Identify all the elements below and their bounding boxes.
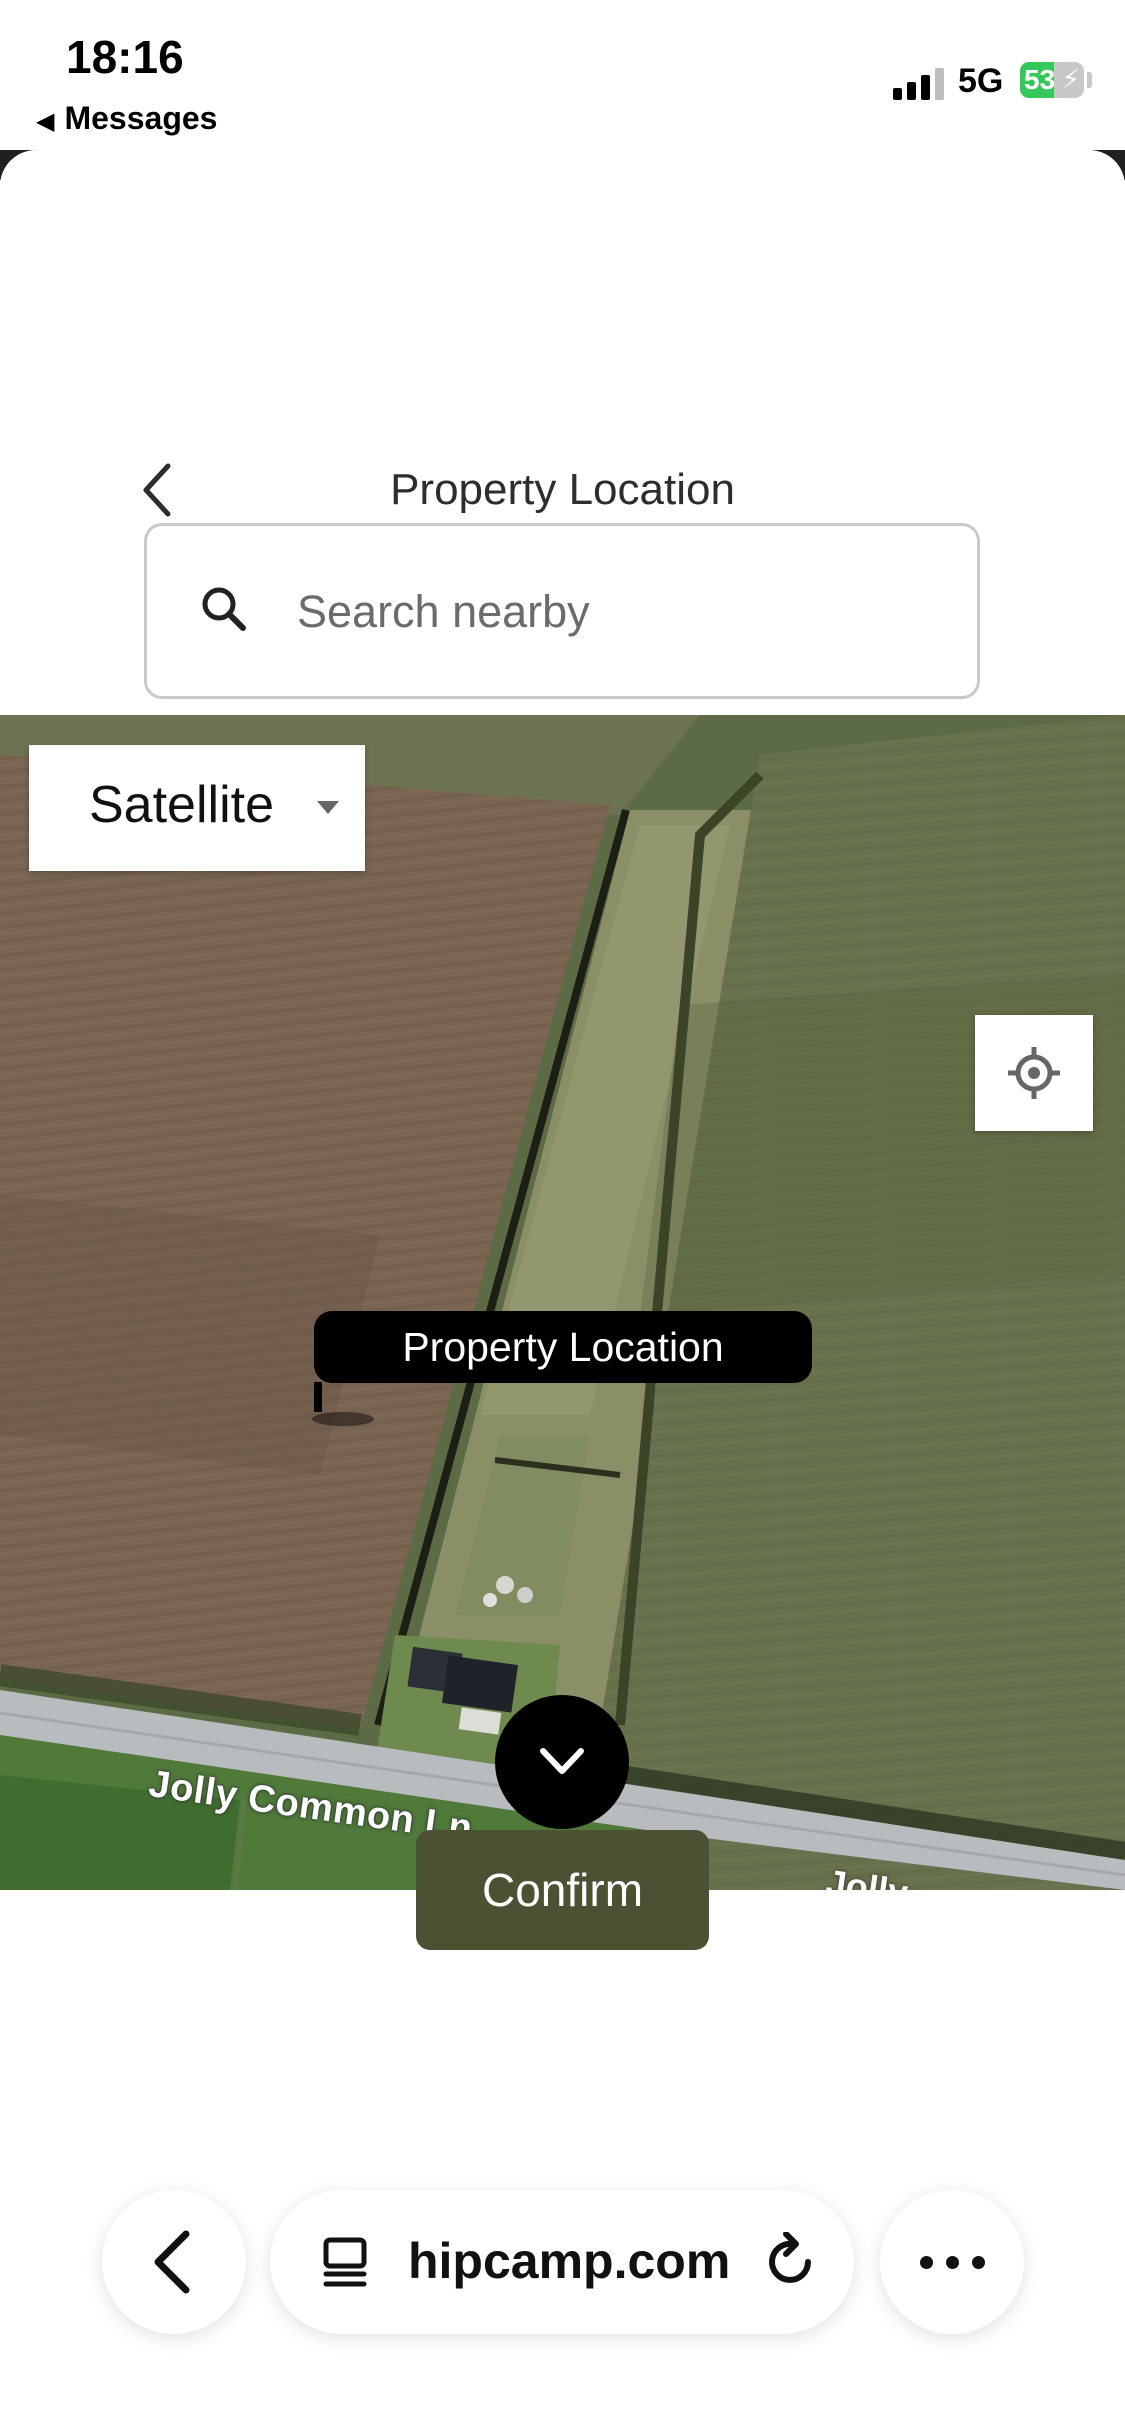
- collapse-button[interactable]: [495, 1695, 629, 1829]
- battery-icon: 53 ⚡: [1020, 62, 1084, 98]
- charging-bolt-icon: ⚡: [1061, 64, 1080, 94]
- search-field[interactable]: [144, 523, 980, 699]
- caret-down-icon: [317, 801, 339, 814]
- property-location-pin-label[interactable]: Property Location: [314, 1311, 812, 1383]
- chevron-down-icon: [540, 1748, 584, 1774]
- battery-cap: [1087, 72, 1092, 88]
- cellular-signal-icon: [893, 68, 944, 100]
- more-dots-icon: [920, 2256, 933, 2269]
- battery-percent: 53: [1024, 64, 1056, 95]
- status-bar: 18:16 ◀ Messages 5G 53 ⚡: [0, 0, 1125, 150]
- page-menu-icon: [323, 2237, 367, 2287]
- url-text: hipcamp.com: [408, 2233, 731, 2289]
- confirm-button[interactable]: Confirm: [416, 1830, 709, 1950]
- search-input[interactable]: [295, 566, 939, 658]
- back-to-app-link[interactable]: ◀ Messages: [36, 100, 217, 137]
- back-app-label: Messages: [64, 100, 218, 136]
- chevron-left-icon: [154, 2230, 190, 2294]
- reload-icon[interactable]: [764, 2232, 820, 2292]
- status-time: 18:16: [66, 31, 184, 83]
- map-type-dropdown[interactable]: Satellite: [29, 745, 365, 871]
- network-type: 5G: [958, 62, 1004, 100]
- more-options-button[interactable]: [880, 2190, 1024, 2334]
- address-bar[interactable]: hipcamp.com: [270, 2190, 854, 2334]
- browser-back-button[interactable]: [102, 2190, 246, 2334]
- current-location-button[interactable]: [975, 1015, 1093, 1131]
- search-icon: [202, 587, 246, 631]
- page-title: Property Location: [390, 465, 735, 514]
- map-pin-stem: [314, 1382, 322, 1412]
- map-pin-shadow: [312, 1412, 374, 1426]
- crosshair-icon: [1008, 1047, 1060, 1099]
- back-triangle-icon: ◀: [36, 108, 55, 135]
- more-dots-icon: [946, 2256, 959, 2269]
- map-type-label: Satellite: [89, 776, 274, 834]
- more-dots-icon: [972, 2256, 985, 2269]
